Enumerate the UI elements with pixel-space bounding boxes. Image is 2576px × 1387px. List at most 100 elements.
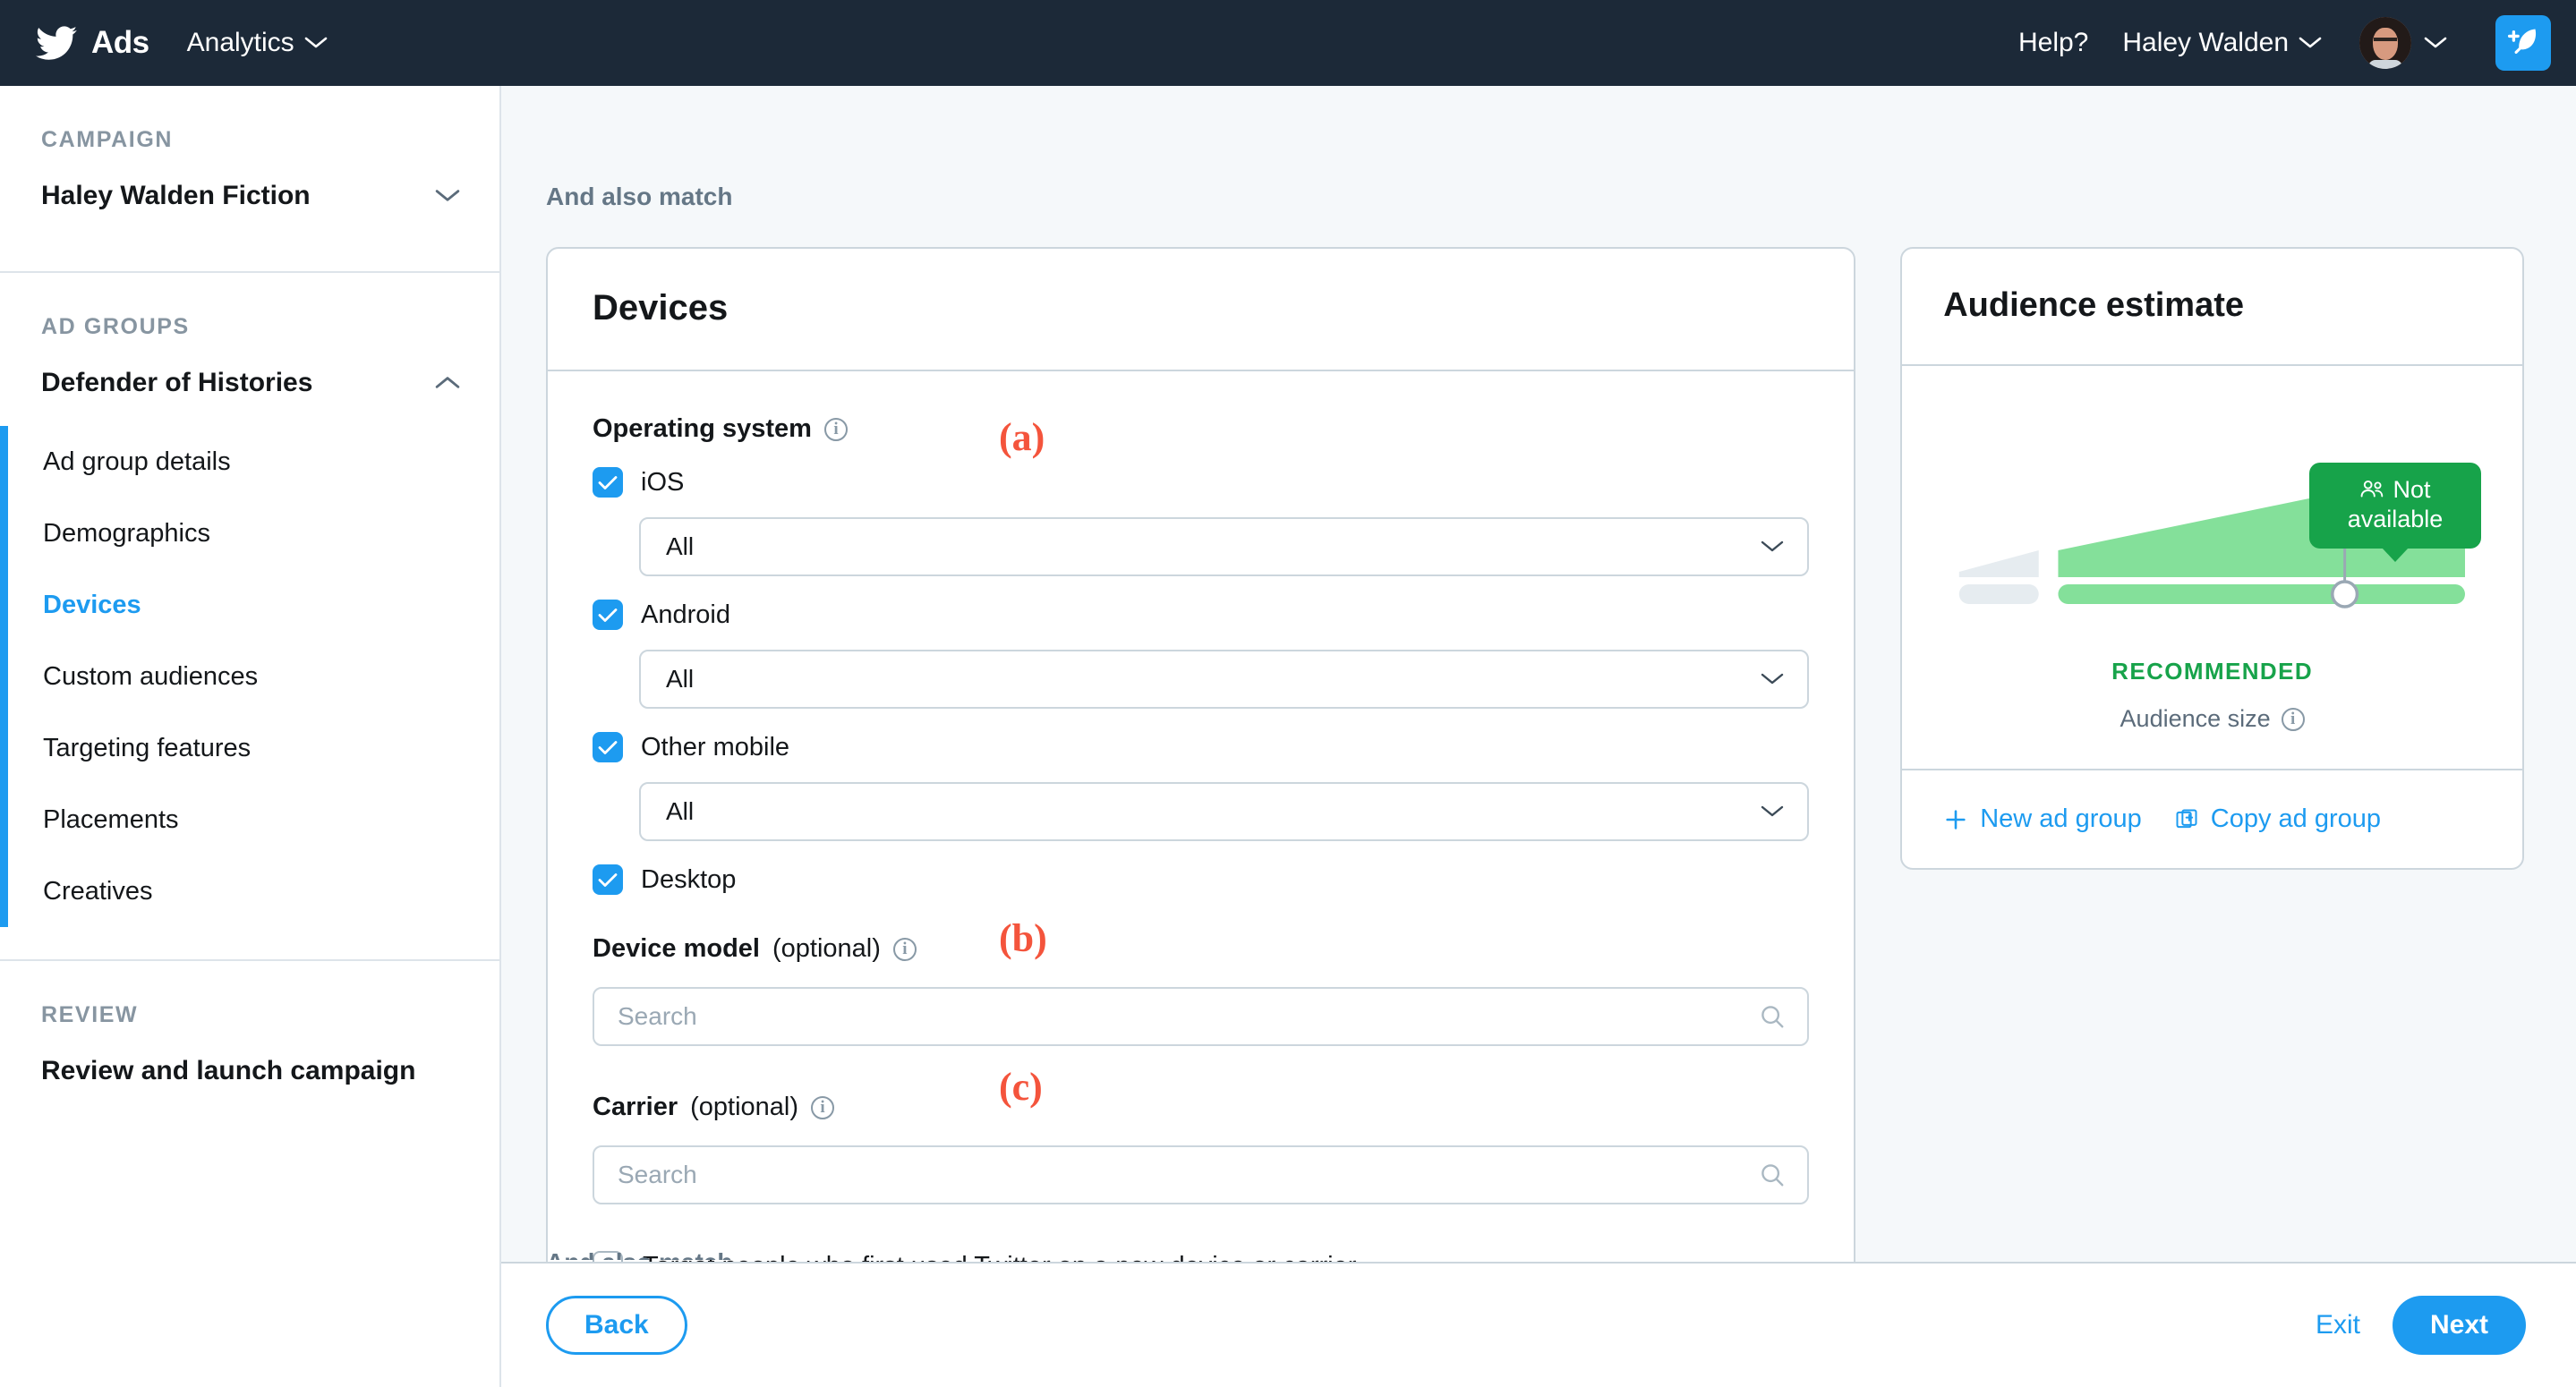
device-model-search-input[interactable]: Search [593, 987, 1809, 1046]
panels-row: Devices Operating system i [501, 211, 2576, 1262]
compose-feather-plus-icon [2506, 26, 2540, 60]
chevron-down-icon [1761, 804, 1784, 819]
sidebar-item-review-launch[interactable]: Review and launch campaign [0, 1028, 499, 1114]
audience-card-body: Not available RECOMMENDED Audience size [1902, 366, 2522, 770]
ios-version-value: All [666, 532, 694, 561]
top-navigation-bar: Ads Analytics Help? Haley Walden [0, 0, 2576, 86]
exit-button[interactable]: Exit [2316, 1310, 2360, 1340]
avatar [2359, 17, 2411, 69]
app-shell: CAMPAIGN Haley Walden Fiction AD GROUPS … [0, 86, 2576, 1387]
sidebar: CAMPAIGN Haley Walden Fiction AD GROUPS … [0, 86, 501, 1387]
sidebar-item-label: Ad group details [43, 447, 231, 477]
sidebar-adgroup-item[interactable]: Defender of Histories [0, 340, 499, 426]
ios-version-select[interactable]: All [639, 517, 1809, 576]
sidebar-item-placements[interactable]: Placements [0, 784, 499, 855]
sidebar-item-targeting-features[interactable]: Targeting features [0, 712, 499, 784]
campaign-name: Haley Walden Fiction [41, 181, 311, 211]
audience-slider-handle [2333, 582, 2358, 607]
carrier-placeholder: Search [618, 1161, 697, 1189]
account-menu[interactable]: Haley Walden [2122, 28, 2322, 58]
os-option-other-mobile[interactable]: Other mobile [593, 732, 1809, 762]
device-model-label: Device model (optional) i [593, 934, 1809, 964]
android-version-select[interactable]: All [639, 650, 1809, 709]
copy-ad-group-button[interactable]: Copy ad group [2174, 804, 2381, 834]
sidebar-item-creatives[interactable]: Creatives [0, 855, 499, 927]
audience-estimate-card: Audience estimate [1900, 247, 2524, 870]
sidebar-item-label: Review and launch campaign [41, 1056, 415, 1086]
audience-size-label: Audience size [2120, 705, 2271, 733]
other-mobile-version-value: All [666, 797, 694, 826]
sidebar-item-label: Creatives [43, 877, 153, 906]
os-option-label: iOS [641, 468, 684, 498]
device-model-optional: (optional) [772, 934, 881, 964]
os-option-android[interactable]: Android [593, 600, 1809, 630]
operating-system-label: Operating system i [593, 414, 1809, 444]
sidebar-section-adgroups: AD GROUPS [0, 273, 499, 340]
sidebar-item-label: Demographics [43, 519, 210, 549]
audience-size-row: Audience size i [1902, 705, 2522, 733]
twitter-bird-icon [36, 22, 77, 64]
audience-card-footer: New ad group Copy ad group [1902, 770, 2522, 868]
back-button[interactable]: Back [546, 1296, 687, 1355]
devices-card: Devices Operating system i [546, 247, 1855, 1262]
analytics-label: Analytics [187, 28, 294, 58]
copy-duplicate-icon [2174, 807, 2199, 832]
device-model-text: Device model [593, 934, 760, 964]
sidebar-item-demographics[interactable]: Demographics [0, 498, 499, 569]
carrier-optional: (optional) [690, 1093, 798, 1122]
sidebar-item-label: Targeting features [43, 734, 251, 763]
main-content: And also match (a) (b) (c) Devices Opera… [501, 86, 2576, 1387]
brand-logo[interactable]: Ads [36, 22, 149, 64]
chevron-down-icon [2299, 36, 2322, 50]
clipped-next-section-label: And also match [546, 1247, 732, 1260]
copy-ad-group-label: Copy ad group [2211, 804, 2381, 834]
info-circle-icon[interactable]: i [2282, 708, 2305, 731]
sidebar-item-devices[interactable]: Devices [0, 569, 499, 641]
ios-checkbox[interactable] [593, 467, 623, 498]
help-link[interactable]: Help? [2018, 28, 2088, 58]
audience-slider-handle-layer[interactable] [1943, 366, 2481, 634]
info-circle-icon[interactable]: i [824, 418, 848, 441]
operating-system-text: Operating system [593, 414, 812, 444]
info-circle-icon[interactable]: i [811, 1096, 834, 1119]
main-scroll-region: And also match (a) (b) (c) Devices Opera… [501, 86, 2576, 1262]
new-ad-group-button[interactable]: New ad group [1943, 804, 2142, 834]
new-ad-group-label: New ad group [1980, 804, 2142, 834]
avatar-menu[interactable] [2359, 17, 2447, 69]
carrier-search-input[interactable]: Search [593, 1145, 1809, 1204]
search-magnifier-icon [1759, 1162, 1786, 1188]
next-button[interactable]: Next [2393, 1296, 2526, 1355]
other-mobile-checkbox[interactable] [593, 732, 623, 762]
brand-title: Ads [91, 25, 149, 61]
sidebar-item-ad-group-details[interactable]: Ad group details [0, 426, 499, 498]
chevron-down-icon [1761, 672, 1784, 686]
chevron-down-icon [2424, 36, 2447, 50]
os-option-label: Android [641, 600, 730, 630]
os-option-desktop[interactable]: Desktop [593, 864, 1809, 895]
android-checkbox[interactable] [593, 600, 623, 630]
other-mobile-version-select[interactable]: All [639, 782, 1809, 841]
desktop-checkbox[interactable] [593, 864, 623, 895]
new-device-option-row[interactable]: Target people who first used Twitter on … [593, 1251, 1809, 1262]
android-version-wrap: All [593, 650, 1809, 709]
android-version-value: All [666, 665, 694, 694]
plus-icon [1943, 807, 1968, 832]
sidebar-item-custom-audiences[interactable]: Custom audiences [0, 641, 499, 712]
audience-gauge: Not available [1943, 366, 2481, 634]
sidebar-campaign-item[interactable]: Haley Walden Fiction [0, 153, 499, 239]
chevron-down-icon [435, 188, 460, 204]
carrier-text: Carrier [593, 1093, 678, 1122]
sidebar-item-label: Custom audiences [43, 662, 258, 692]
analytics-menu[interactable]: Analytics [187, 28, 328, 58]
info-circle-icon[interactable]: i [893, 938, 917, 961]
sidebar-item-label: Devices [43, 591, 141, 620]
page-title: Devices [593, 288, 1809, 328]
compose-button[interactable] [2495, 15, 2551, 71]
new-device-label: Target people who first used Twitter on … [643, 1252, 1356, 1263]
os-option-ios[interactable]: iOS [593, 467, 1809, 498]
sidebar-item-label: Placements [43, 805, 179, 835]
sidebar-subnav: Ad group details Demographics Devices Cu… [0, 426, 499, 927]
chevron-up-icon [435, 375, 460, 391]
checkmark-icon [598, 872, 618, 888]
checkmark-icon [598, 740, 618, 755]
